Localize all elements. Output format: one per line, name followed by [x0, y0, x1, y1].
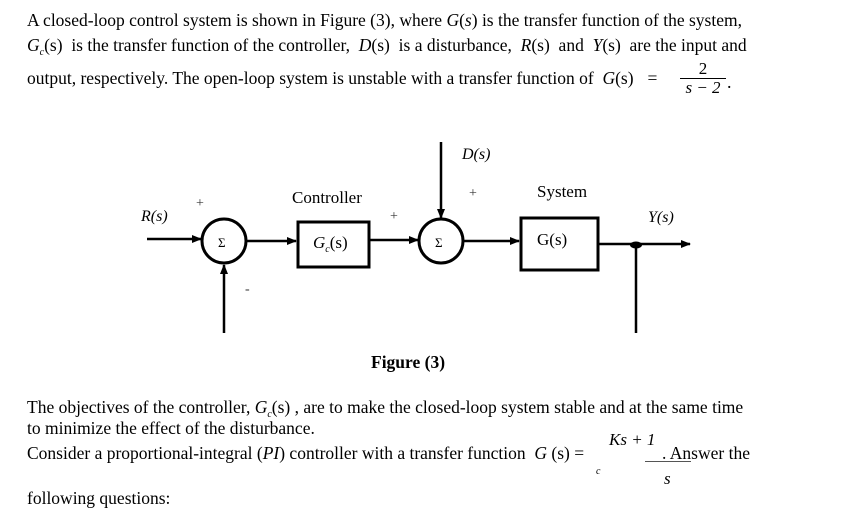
summer1-plus-sign: + [196, 196, 204, 211]
math-Gc: G [254, 397, 268, 417]
pi-numerator: Ks + 1 [609, 430, 656, 449]
disturbance-label: D(s) [461, 146, 490, 163]
summer2-plus-left: + [390, 209, 398, 224]
system-title: System [537, 182, 587, 201]
body-text: The objectives of the controller, [27, 397, 255, 417]
summer2-sigma: Σ [435, 235, 443, 250]
input-label: R(s) [140, 208, 168, 225]
body-text: , are to make the closed-loop system sta… [290, 397, 744, 417]
system-block-label: G(s) [537, 230, 567, 249]
math-G: G [534, 443, 547, 463]
body-para-2: Consider a proportional-integral (PI) co… [27, 443, 584, 463]
body-para-3: following questions: [27, 488, 171, 508]
body-text-answer: . Answer the [662, 443, 750, 463]
body-text: ) controller with a transfer function [279, 443, 535, 463]
math-PI: PI [262, 443, 280, 463]
controller-s: (s) [330, 233, 348, 252]
summer1-sigma: Σ [218, 235, 226, 250]
math-s-arg: (s) [271, 397, 291, 417]
controller-title: Controller [292, 188, 362, 207]
controller-G: G [313, 233, 325, 252]
body-para-1-line-2: to minimize the effect of the disturbanc… [27, 418, 315, 438]
output-label: Y(s) [648, 209, 674, 226]
pi-denominator: s [664, 469, 671, 488]
summer2-plus-top: + [469, 186, 477, 201]
body-text: Consider a proportional-integral ( [27, 443, 263, 463]
controller-block-label: Gc(s) [313, 233, 348, 255]
pi-subscript-c: c [596, 466, 601, 477]
summer1-minus-sign: - [245, 282, 250, 297]
figure-caption: Figure (3) [371, 352, 446, 372]
math-s-arg: (s) = [547, 443, 585, 463]
